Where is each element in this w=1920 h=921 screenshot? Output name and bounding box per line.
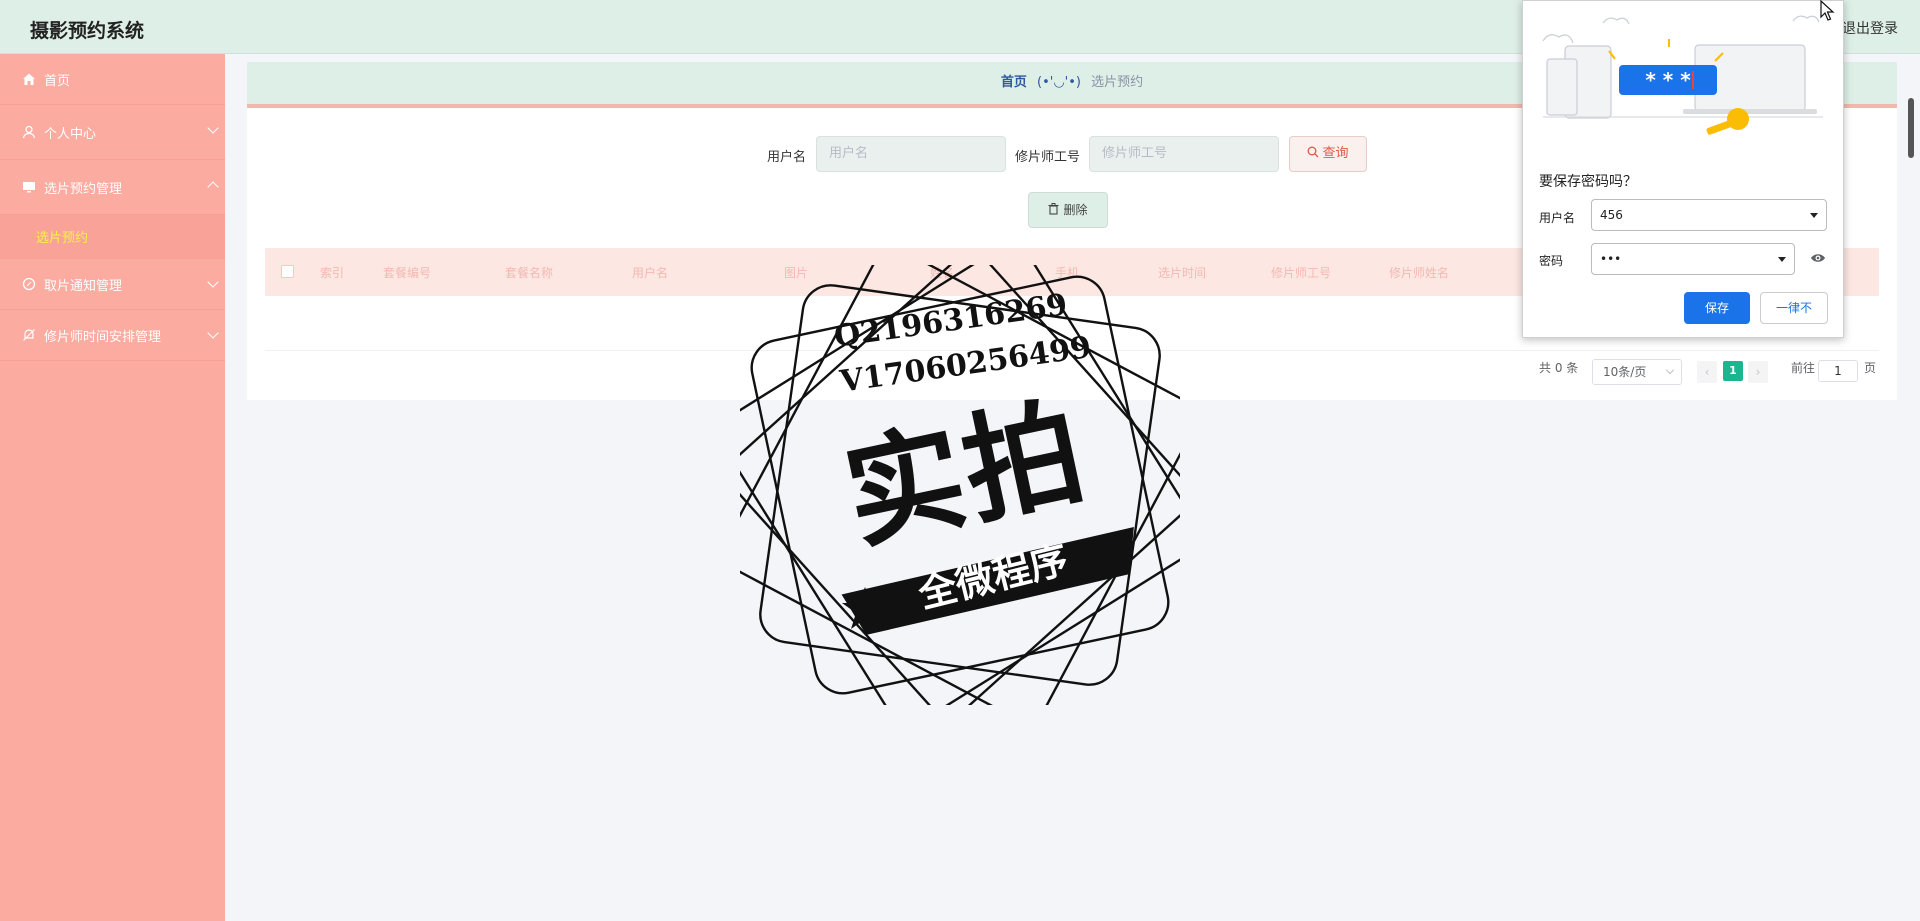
sidebar-item-label: 首页 [44,73,71,89]
sidebar: 首页 个人中心 选片预约管理 选片预约 取片通知管理 修片师时间安排管理 [0,54,225,921]
watermark-stamp: Q2196316269 V17060256499 实拍 全微程序 [721,246,1199,724]
column-header: 套餐名称 [505,266,554,280]
popup-password-value: ••• [1600,252,1622,266]
chevron-down-icon [207,327,219,339]
trash-icon [1048,203,1059,215]
compass-icon [22,277,36,291]
pagination-total: 共 0 条 [1539,361,1579,375]
logout-link[interactable]: 退出登录 [1842,18,1898,38]
monitor-icon [22,180,36,194]
sidebar-item-label: 个人中心 [44,126,97,142]
sidebar-subitem-selection[interactable]: 选片预约 [0,215,225,259]
page-number-current[interactable]: 1 [1723,361,1743,381]
sidebar-item-profile[interactable]: 个人中心 [0,105,225,160]
dialog-title: 要保存密码吗？ [1539,174,1637,190]
delete-button-label: 删除 [1063,203,1088,217]
popup-username-value: 456 [1600,208,1623,222]
prev-page-button[interactable]: ‹ [1697,361,1717,383]
save-password-dialog: * * * 要保存密码吗？ 用户名 456 密码 ••• 保存 一律不 [1522,0,1844,338]
column-header: 用户名 [632,266,669,280]
goto-label: 前往 [1791,361,1816,375]
chevron-down-icon [1665,365,1675,375]
home-icon [22,72,36,86]
username-input[interactable]: 用户名 [816,136,1006,172]
mouse-cursor-icon [1820,0,1835,21]
goto-page-input[interactable]: 1 [1818,360,1858,382]
sidebar-item-retoucher-schedule[interactable]: 修片师时间安排管理 [0,310,225,361]
bell-off-icon [22,328,36,342]
chevron-down-icon [207,276,219,288]
retoucher-id-input[interactable]: 修片师工号 [1089,136,1279,172]
page-size-value: 10条/页 [1603,365,1647,379]
query-button[interactable]: 查询 [1289,136,1367,172]
column-header: 修片师姓名 [1389,266,1450,280]
popup-username-label: 用户名 [1539,211,1576,225]
retoucher-id-label: 修片师工号 [1015,150,1081,165]
username-label: 用户名 [767,150,807,165]
query-button-label: 查询 [1322,146,1349,161]
user-icon [22,125,36,139]
sidebar-item-label: 修片师时间安排管理 [44,329,162,345]
sidebar-item-label: 取片通知管理 [44,278,123,294]
sidebar-item-label: 选片预约管理 [44,181,123,197]
popup-password-label: 密码 [1539,254,1564,268]
search-icon [1308,146,1319,158]
password-illustration: * * * [1542,15,1823,135]
svg-text:* * *: * * * [1645,68,1691,92]
popup-username-select[interactable]: 456 [1591,199,1827,231]
popup-password-select[interactable]: ••• [1591,243,1795,275]
page-size-select[interactable]: 10条/页 [1592,359,1682,385]
dropdown-arrow-icon [1810,213,1818,218]
breadcrumb-current: 选片预约 [1091,75,1144,90]
chevron-up-icon [207,181,219,193]
app-title: 摄影预约系统 [30,20,145,42]
column-header: 套餐编号 [383,266,432,280]
sidebar-item-selection-management[interactable]: 选片预约管理 [0,160,225,215]
sidebar-item-pickup-notice[interactable]: 取片通知管理 [0,259,225,310]
delete-button[interactable]: 删除 [1028,192,1108,228]
save-password-button[interactable]: 保存 [1684,292,1750,324]
dropdown-arrow-icon [1778,257,1786,262]
eye-icon[interactable] [1810,252,1826,264]
breadcrumb-home[interactable]: 首页 [1001,75,1027,90]
select-all-checkbox[interactable] [281,265,294,278]
scrollbar-thumb[interactable] [1908,98,1914,158]
next-page-button[interactable]: › [1748,361,1768,383]
page-suffix: 页 [1864,361,1877,375]
never-save-button[interactable]: 一律不 [1760,292,1828,324]
breadcrumb-separator: (•'◡'•) [1037,75,1081,90]
sidebar-item-home[interactable]: 首页 [0,54,225,105]
column-header: 索引 [320,266,345,280]
column-header: 修片师工号 [1271,266,1332,280]
chevron-down-icon [207,122,219,134]
